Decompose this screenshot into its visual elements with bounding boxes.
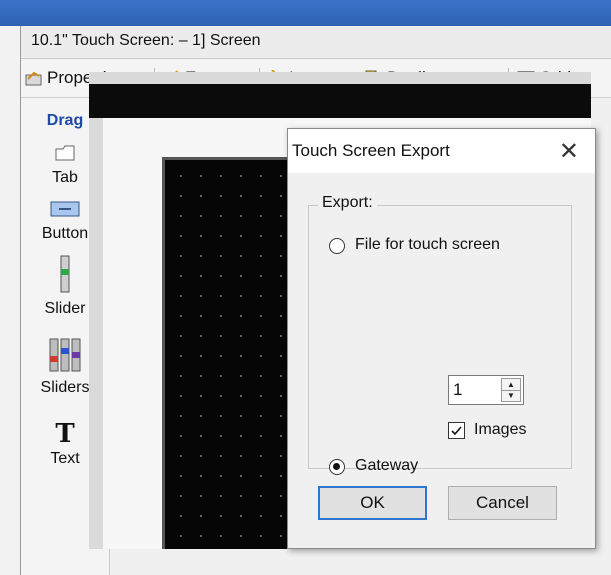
images-checkbox[interactable] [448,422,465,439]
gateway-label: Gateway [355,457,419,474]
palette-item-label: Slider [44,300,86,317]
ok-button[interactable]: OK [318,486,427,520]
window-title: 10.1" Touch Screen: – 1] Screen [31,32,261,49]
cancel-button[interactable]: Cancel [448,486,557,520]
gateway-radio[interactable] [329,459,345,475]
palette-item-label: Tab [52,169,78,186]
checkmark-icon [451,426,462,436]
stepper-arrows: ▲ ▼ [501,378,521,402]
palette-item-label: Sliders [40,379,90,396]
images-label: Images [474,421,527,438]
gateway-number-value: 1 [453,380,463,399]
window-titlebar: 10.1" Touch Screen: – 1] Screen [21,26,611,59]
gateway-number-stepper[interactable]: 1 ▲ ▼ [448,375,524,405]
canvas-header-bar [89,84,591,118]
dialog-title: Touch Screen Export [292,141,450,160]
export-group: Export: File for touch screen Gateway [308,194,572,475]
os-title-band [0,0,611,26]
palette-item-label: Text [50,450,80,467]
properties-icon [25,70,43,86]
stepper-down-icon[interactable]: ▼ [502,390,520,401]
file-for-touch-screen-label: File for touch screen [355,236,500,253]
export-group-label: Export: [318,194,377,212]
file-for-touch-screen-radio[interactable] [329,238,345,254]
export-dialog: Touch Screen Export ✕ Export: File for t… [287,128,596,549]
close-icon[interactable]: ✕ [559,137,579,166]
dialog-titlebar: Touch Screen Export ✕ [288,129,595,173]
palette-item-label: Button [41,225,89,242]
